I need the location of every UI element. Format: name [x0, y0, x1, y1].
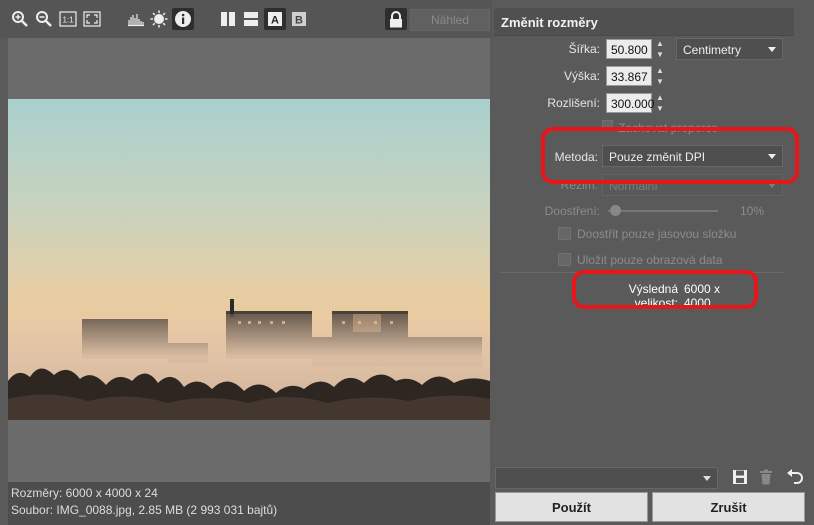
info-icon[interactable] [172, 8, 194, 30]
sharpen-label: Doostření: [544, 204, 600, 218]
trash-icon[interactable] [756, 467, 776, 487]
svg-text:1:1: 1:1 [62, 16, 74, 25]
svg-text:B: B [295, 15, 303, 27]
status-dimensions: Rozměry: 6000 x 4000 x 24 [11, 486, 158, 500]
preview-area [8, 38, 490, 482]
apply-button[interactable]: Použít [495, 492, 648, 522]
fit-screen-icon[interactable] [82, 9, 102, 29]
split-horizontal-icon[interactable] [241, 9, 261, 29]
unit-value: Centimetry [683, 43, 742, 57]
panel-header: Změnit rozměry [494, 8, 794, 36]
save-data-label: Uložit pouze obrazová data [577, 253, 723, 267]
status-bar: Rozměry: 6000 x 4000 x 24 Soubor: IMG_00… [8, 482, 490, 525]
view-a-icon[interactable]: A [264, 8, 286, 30]
undo-icon[interactable] [784, 466, 806, 486]
sharpen-value: 10% [739, 204, 764, 218]
result-highlight [572, 270, 758, 309]
view-b-icon[interactable]: B [289, 9, 309, 29]
width-spinner[interactable]: ▲ ▼ [654, 39, 666, 59]
sharpen-slider[interactable] [608, 210, 718, 212]
histogram-icon[interactable] [126, 9, 146, 29]
height-input[interactable]: 33.867 [606, 66, 652, 86]
status-file: Soubor: IMG_0088.jpg, 2.85 MB (2 993 031… [11, 503, 278, 517]
resize-panel: Změnit rozměry Šířka: 50.800 ▲ ▼ Centimet… [494, 8, 814, 525]
save-data-checkbox[interactable] [558, 253, 571, 266]
brightness-icon[interactable] [149, 9, 169, 29]
lock-icon[interactable] [385, 8, 407, 30]
actual-size-icon[interactable]: 1:1 [58, 9, 78, 29]
sharpen-slider-handle[interactable] [610, 205, 621, 216]
zoom-in-icon[interactable] [10, 9, 30, 29]
resolution-label: Rozlišení: [547, 96, 600, 110]
preview-button[interactable]: Náhled [410, 9, 490, 31]
split-vertical-icon[interactable] [218, 9, 238, 29]
toolbar: 1:1 A B Náhled [0, 0, 492, 38]
height-label: Výška: [563, 69, 600, 83]
unit-select[interactable]: Centimetry [676, 38, 783, 60]
chevron-down-icon [768, 47, 776, 52]
width-label: Šířka: [568, 42, 600, 56]
method-highlight [541, 127, 799, 184]
cancel-button[interactable]: Zrušit [652, 492, 805, 522]
preset-select[interactable] [495, 467, 718, 489]
save-icon[interactable] [730, 467, 750, 487]
resolution-spinner[interactable]: ▲ ▼ [654, 93, 666, 113]
resolution-input[interactable]: 300.000 [606, 93, 654, 113]
sharpen-luma-label: Doostřit pouze jasovou složku [577, 227, 737, 241]
svg-text:A: A [271, 15, 279, 27]
chevron-down-icon [703, 476, 711, 481]
height-spinner[interactable]: ▲ ▼ [654, 66, 666, 86]
width-input[interactable]: 50.800 [606, 39, 652, 59]
sharpen-luma-checkbox[interactable] [558, 227, 571, 240]
preview-image [8, 99, 490, 420]
panel-title: Změnit rozměry [501, 15, 598, 30]
zoom-out-icon[interactable] [34, 9, 54, 29]
